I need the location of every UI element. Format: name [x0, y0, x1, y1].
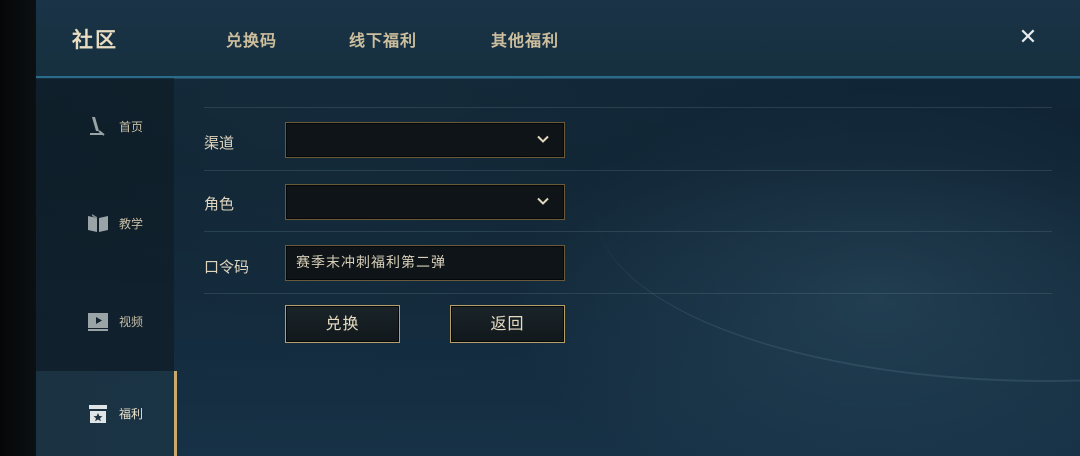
- community-panel: 社区 兑换码 线下福利 其他福利 ✕ 首页 教学 视频 福利 渠道 角色 口令码…: [36, 0, 1080, 456]
- sidebar-item-video[interactable]: 视频: [36, 278, 174, 364]
- sidebar-item-label: 视频: [119, 314, 144, 329]
- chevron-down-icon: [537, 197, 549, 205]
- left-edge-strip: [0, 0, 36, 456]
- sidebar-item-label: 福利: [119, 407, 144, 421]
- sidebar-item-home[interactable]: 首页: [36, 83, 174, 169]
- background-arc: [596, 40, 1080, 382]
- channel-label: 渠道: [204, 134, 235, 152]
- header-bar: 社区 兑换码 线下福利 其他福利 ✕: [36, 0, 1080, 78]
- form-divider: [204, 107, 1052, 108]
- form-divider: [204, 293, 1052, 294]
- role-select[interactable]: [285, 184, 565, 220]
- redeem-button[interactable]: 兑换: [285, 305, 400, 343]
- gift-calendar-icon: [89, 404, 107, 423]
- tab-offline-benefits[interactable]: 线下福利: [349, 27, 417, 51]
- form-divider: [204, 170, 1052, 171]
- tab-other-benefits[interactable]: 其他福利: [491, 27, 559, 51]
- page-title: 社区: [72, 28, 118, 52]
- chevron-down-icon: [537, 135, 549, 143]
- channel-select[interactable]: [285, 122, 565, 158]
- back-button[interactable]: 返回: [450, 305, 565, 343]
- code-label: 口令码: [204, 258, 250, 276]
- tab-redeem-code[interactable]: 兑换码: [226, 27, 277, 51]
- sidebar-item-label: 首页: [119, 119, 144, 134]
- video-play-icon: [88, 313, 108, 331]
- role-label: 角色: [204, 195, 235, 213]
- sidebar-item-benefits[interactable]: 福利: [36, 371, 177, 456]
- code-input[interactable]: [286, 246, 566, 278]
- sword-home-icon: [90, 117, 105, 136]
- sidebar-item-tutorial[interactable]: 教学: [36, 180, 174, 266]
- close-icon[interactable]: ✕: [1016, 26, 1040, 50]
- code-input-box[interactable]: [285, 245, 566, 281]
- sidebar: 首页 教学 视频 福利: [36, 78, 177, 456]
- form-divider: [204, 231, 1052, 232]
- sidebar-item-label: 教学: [119, 216, 144, 231]
- book-icon: [88, 214, 108, 232]
